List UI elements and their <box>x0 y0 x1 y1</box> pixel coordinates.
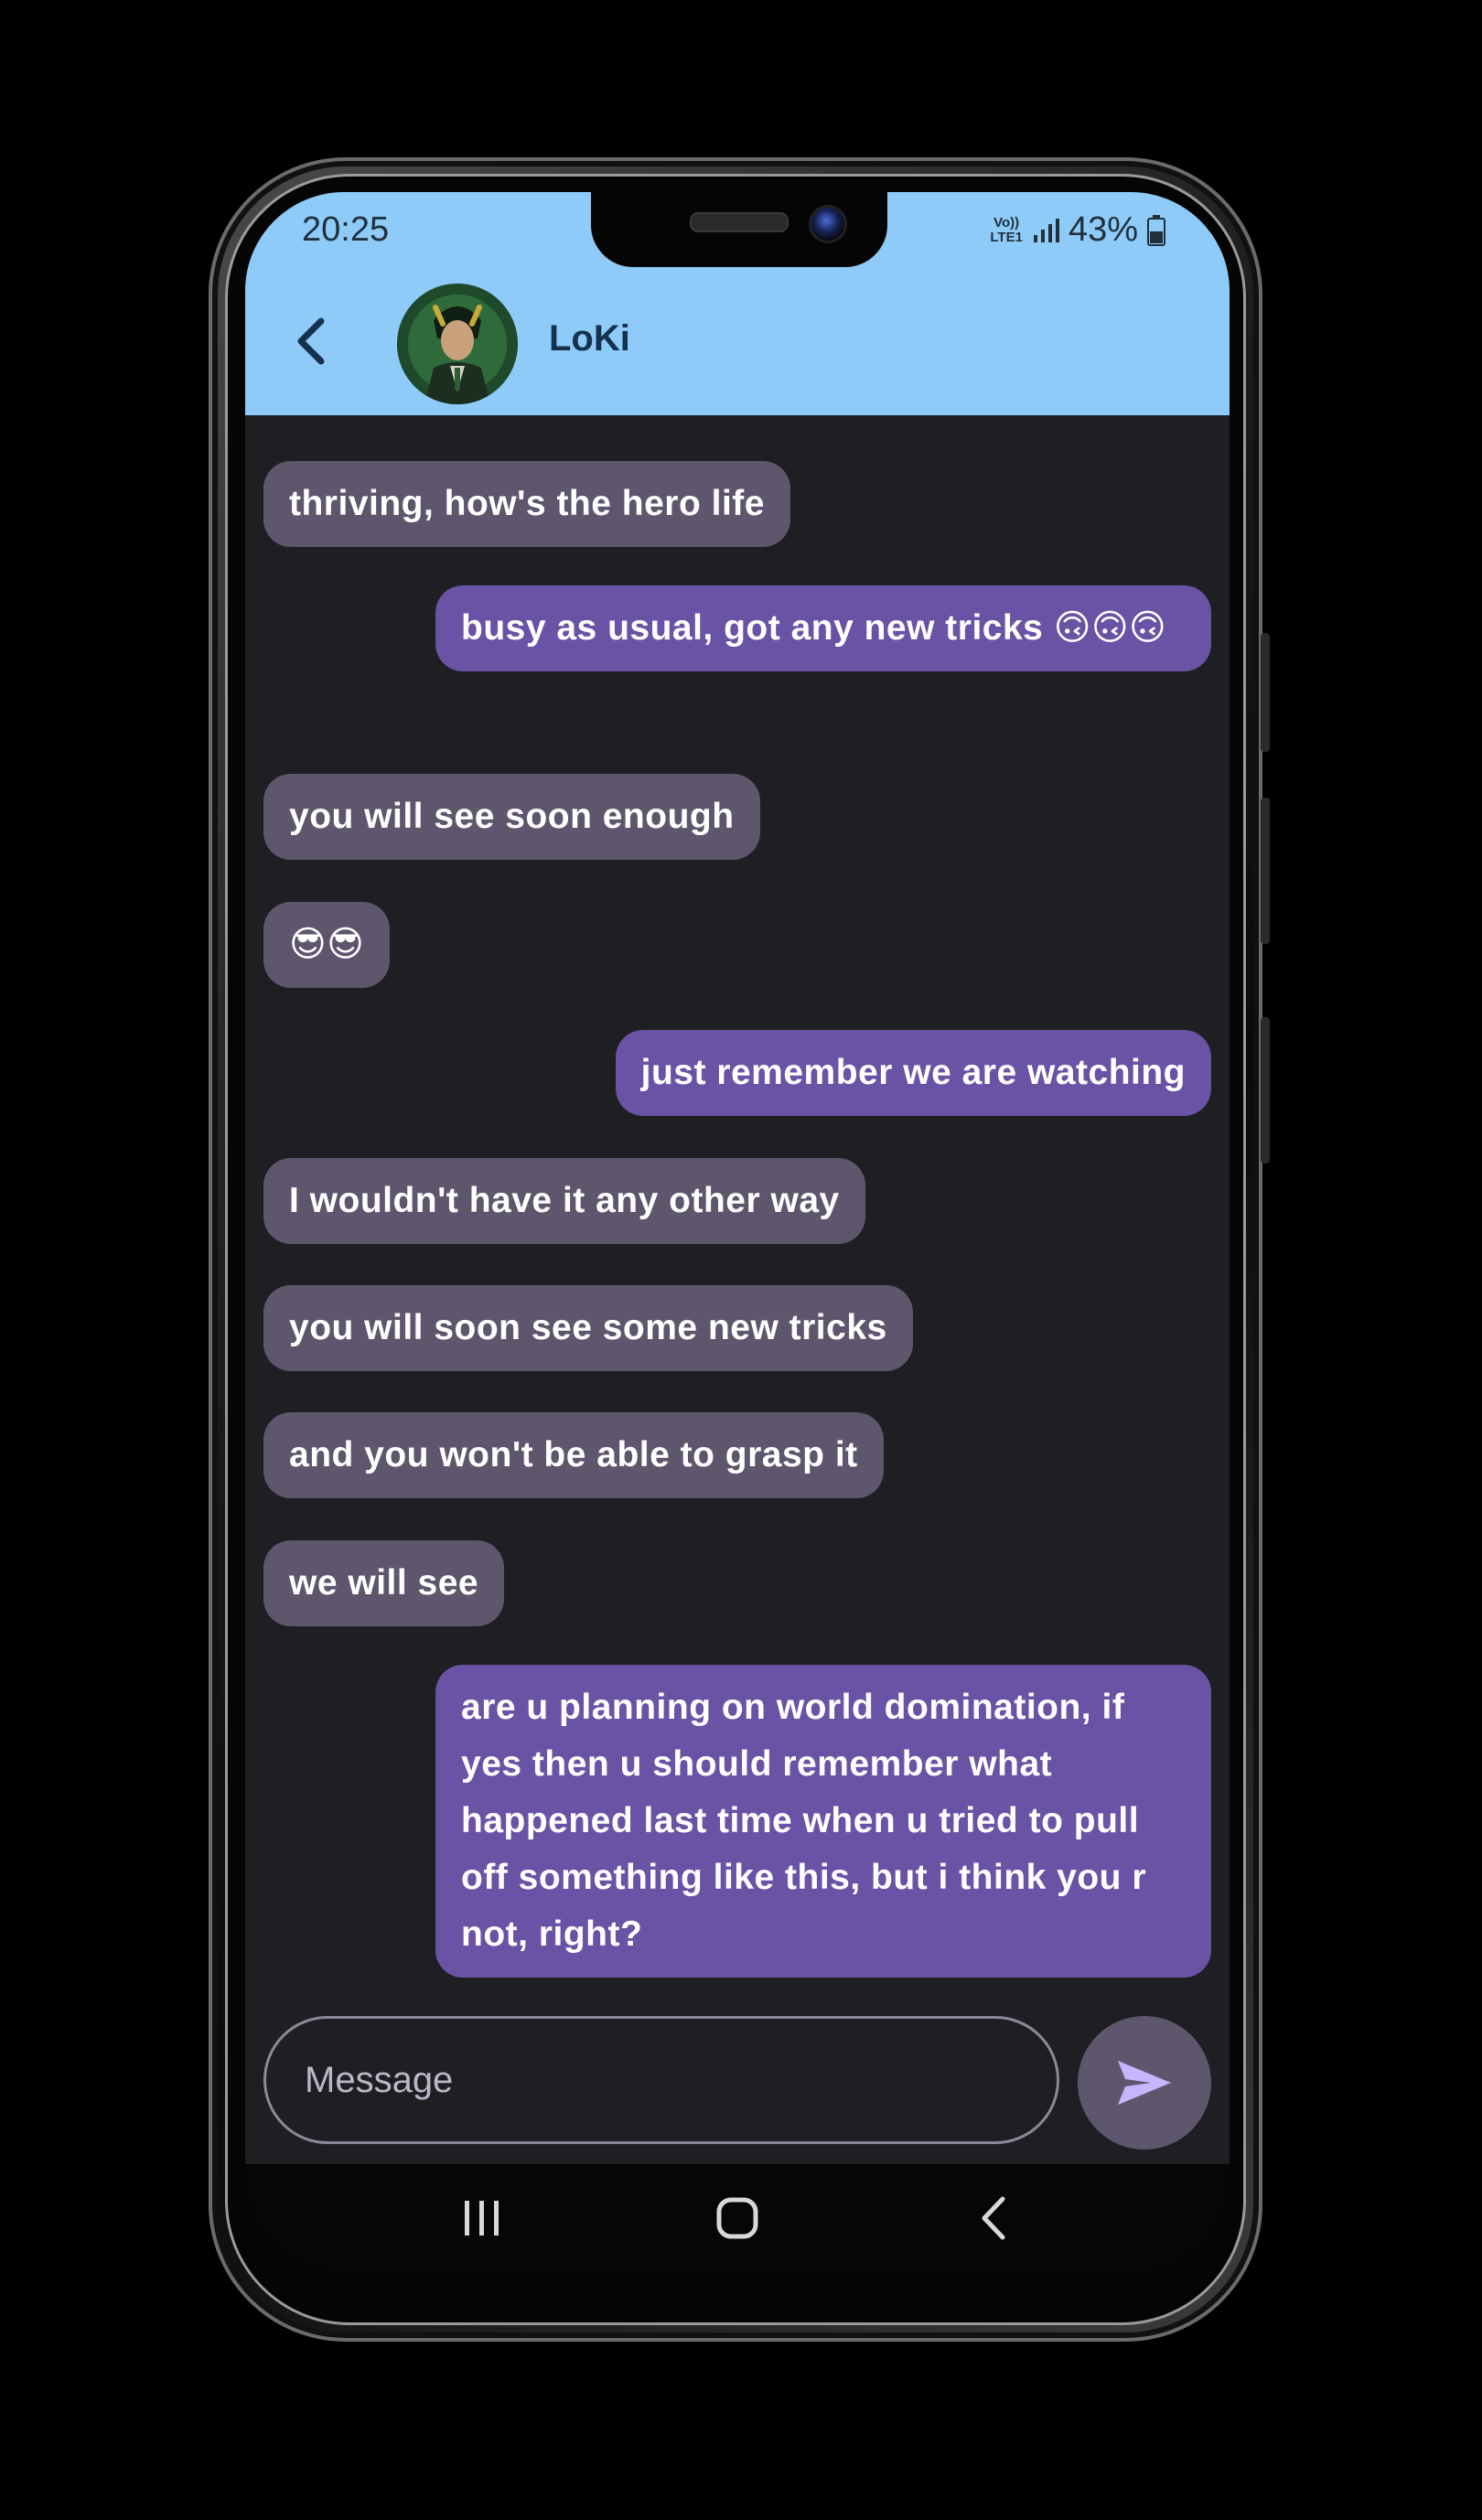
phone-screen: 20:25 Vo)) LTE1 43% LoKi thriving, how's… <box>245 192 1230 2272</box>
home-icon <box>716 2197 758 2239</box>
volume-down-button <box>1261 798 1270 944</box>
lte-label: LTE1 <box>990 229 1023 245</box>
power-button <box>1261 1017 1270 1163</box>
message-bubble-incoming[interactable]: thriving, how's the hero life <box>263 461 790 547</box>
message-bubble-incoming[interactable]: and you won't be able to grasp it <box>263 1412 884 1498</box>
contact-avatar[interactable] <box>397 284 518 404</box>
signal-icon <box>1033 218 1059 242</box>
message-bubble-incoming[interactable]: we will see <box>263 1540 505 1626</box>
status-indicators: Vo)) LTE1 43% <box>990 210 1165 250</box>
recents-button[interactable] <box>441 2177 523 2259</box>
message-bubble-outgoing[interactable]: just remember we are watching <box>615 1030 1211 1116</box>
chevron-left-icon <box>297 317 325 365</box>
message-list[interactable]: thriving, how's the hero life busy as us… <box>245 415 1230 1989</box>
send-icon <box>1118 2061 1171 2105</box>
battery-icon <box>1147 214 1165 246</box>
battery-percent: 43% <box>1068 210 1138 249</box>
back-icon <box>982 2196 1005 2240</box>
message-bubble-incoming[interactable]: 😎😎 <box>263 902 391 988</box>
app-header-area: 20:25 Vo)) LTE1 43% LoKi <box>245 192 1230 415</box>
send-button[interactable] <box>1078 2016 1211 2150</box>
message-bubble-incoming[interactable]: you will soon see some new tricks <box>263 1285 913 1371</box>
message-bubble-outgoing[interactable]: busy as usual, got any new tricks 🙃🙃🙃 <box>435 585 1211 671</box>
message-bubble-incoming[interactable]: you will see soon enough <box>263 774 760 860</box>
recents-icon <box>465 2201 499 2236</box>
contact-name: LoKi <box>549 318 630 359</box>
status-time: 20:25 <box>302 210 390 249</box>
front-camera <box>809 205 847 243</box>
message-bubble-outgoing[interactable]: are u planning on world domination, if y… <box>435 1665 1211 1978</box>
avatar-image <box>397 284 518 404</box>
home-button[interactable] <box>696 2177 779 2259</box>
back-button[interactable] <box>278 309 342 373</box>
message-input[interactable] <box>263 2016 1059 2144</box>
volume-up-button <box>1261 633 1270 752</box>
system-nav-bar <box>245 2164 1230 2272</box>
volte-label: Vo)) <box>993 214 1020 231</box>
earpiece-speaker <box>690 212 789 232</box>
nav-back-button[interactable] <box>951 2177 1034 2259</box>
chat-header: LoKi <box>245 276 1230 413</box>
message-bubble-incoming[interactable]: I wouldn't have it any other way <box>263 1158 865 1244</box>
network-type-label: Vo)) LTE1 <box>990 214 1023 245</box>
